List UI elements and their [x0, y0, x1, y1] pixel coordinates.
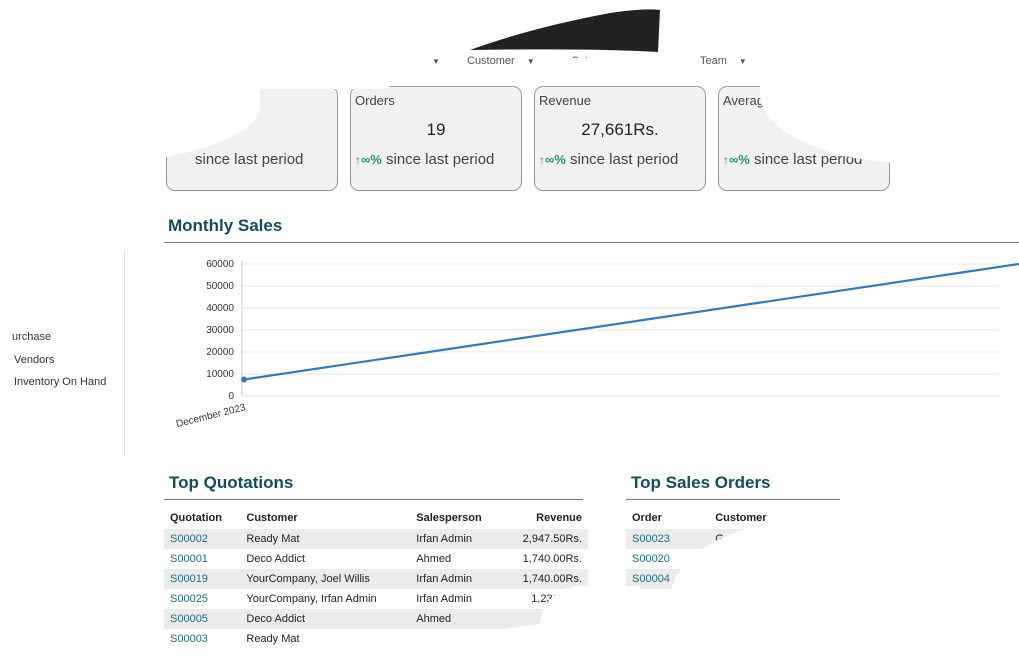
top-sales-orders-title: Top Sales Orders: [631, 473, 771, 492]
quotation-cell: Deco Addict: [246, 553, 306, 565]
col-salesperson[interactable]: Salesperson: [410, 507, 502, 529]
filter-team[interactable]: Team ▼: [700, 55, 747, 67]
line-chart: 0 10000 20000 30000 40000 50000 60000 December …: [175, 259, 1019, 430]
kpi-change-pct: ∞%: [545, 152, 566, 167]
quotation-cell: YourCompany, Irfan Admin: [246, 593, 377, 605]
mask: [0, 656, 1019, 671]
filter-team-label: Team: [700, 55, 727, 67]
quotation-cell[interactable]: S00002: [164, 529, 241, 549]
mask: [840, 470, 1019, 525]
sidebar-item-vendors[interactable]: Vendors: [14, 354, 54, 366]
y-tick-label: 20000: [206, 347, 234, 358]
section-divider: [164, 242, 1019, 243]
kpi-change: ↑∞% since last period: [539, 151, 678, 168]
quotation-cell[interactable]: S00019: [164, 569, 241, 589]
chevron-down-icon: ▼: [432, 57, 440, 66]
quotation-cell: Irfan Admin: [416, 593, 472, 605]
top-quotations-title: Top Quotations: [169, 473, 294, 492]
quotation-cell[interactable]: S00001: [164, 549, 240, 569]
quotation-cell: Ready Mat: [246, 633, 300, 645]
col-order[interactable]: Order: [626, 507, 709, 529]
kpi-change-text: since last period: [195, 151, 304, 168]
data-point[interactable]: [241, 376, 247, 383]
y-tick-label: 50000: [206, 281, 234, 292]
dark-shape: [470, 9, 660, 52]
filter-customer-label: Customer: [467, 55, 515, 67]
y-tick-label: 0: [228, 391, 234, 402]
quotation-cell: 1,740.00Rs.: [522, 553, 582, 565]
sidebar: urchase Vendors Inventory On Hand: [0, 250, 125, 455]
filter-customer[interactable]: Customer ▼: [467, 55, 535, 67]
chevron-down-icon: ▼: [738, 57, 747, 66]
kpi-change-pct: ∞%: [729, 152, 750, 167]
col-revenue[interactable]: Revenue: [503, 507, 588, 529]
col-customer[interactable]: Customer: [240, 507, 410, 529]
filter-unknown[interactable]: ▼: [420, 55, 440, 67]
quotation-cell[interactable]: S00025: [164, 589, 240, 609]
quotation-cell[interactable]: S00005: [164, 609, 241, 629]
sidebar-item-purchase[interactable]: urchase: [12, 331, 51, 343]
section-divider: [164, 499, 583, 500]
quotation-cell: Ahmed: [410, 609, 503, 629]
quotation-cell: Irfan Admin: [410, 569, 503, 589]
mask: [670, 520, 1019, 640]
chevron-down-icon: ▼: [526, 57, 535, 66]
quotation-cell: YourCompany, Joel Willis: [240, 569, 411, 589]
kpi-value: 27,661Rs.: [581, 120, 659, 139]
kpi-change-pct: ∞%: [361, 152, 382, 167]
kpi-change-text: since last period: [386, 151, 495, 168]
quotation-row[interactable]: S00001 Deco Addict Ahmed 1,740.00Rs.: [164, 549, 588, 569]
quotation-cell: Deco Addict: [240, 609, 411, 629]
sidebar-item-inventory-on-hand[interactable]: Inventory On Hand: [14, 376, 106, 388]
mask: [560, 58, 670, 78]
quotation-cell: 2,947.50Rs.: [502, 529, 588, 549]
series-line: [243, 262, 1019, 381]
quotation-row[interactable]: S00019 YourCompany, Joel Willis Irfan Admi…: [164, 569, 588, 589]
mask: [0, 150, 160, 210]
sales-order-cell[interactable]: S00023: [626, 529, 710, 549]
mask: [800, 120, 1019, 145]
kpi-card-orders[interactable]: Orders 19 ↑∞% since last period: [350, 86, 522, 191]
y-tick-label: 30000: [206, 325, 234, 336]
kpi-label: Revenue: [539, 93, 592, 108]
quotation-cell: Ahmed: [416, 553, 452, 565]
kpi-change-text: since last period: [570, 151, 679, 168]
kpi-card-revenue[interactable]: Revenue 27,661Rs. ↑∞% since last period: [534, 86, 706, 191]
kpi-change: ↑∞% since last period: [355, 151, 494, 168]
quotation-row[interactable]: S00025 YourCompany, Irfan Admin Irfan Admi…: [164, 589, 588, 609]
quotation-cell: Ready Mat: [240, 529, 411, 549]
quotation-cell: Irfan Admin: [410, 529, 503, 549]
kpi-change: since last period: [195, 151, 303, 168]
quotation-row[interactable]: S00002 Ready Mat Irfan Admin 2,947.50Rs.: [164, 529, 588, 549]
x-tick-label: December 2023: [175, 402, 247, 430]
section-divider: [626, 499, 846, 500]
y-tick-label: 60000: [206, 259, 234, 270]
kpi-value: 19: [426, 120, 446, 139]
kpi-label: Orders: [355, 93, 395, 108]
col-quotation[interactable]: Quotation: [164, 507, 240, 529]
mask: [0, 44, 420, 89]
y-tick-label: 40000: [206, 303, 234, 314]
monthly-sales-chart: 0 10000 20000 30000 40000 50000 60000 December …: [160, 250, 1019, 440]
quotation-cell[interactable]: S00003: [164, 629, 240, 649]
y-tick-label: 10000: [206, 369, 234, 380]
monthly-sales-title: Monthly Sales: [168, 216, 283, 235]
